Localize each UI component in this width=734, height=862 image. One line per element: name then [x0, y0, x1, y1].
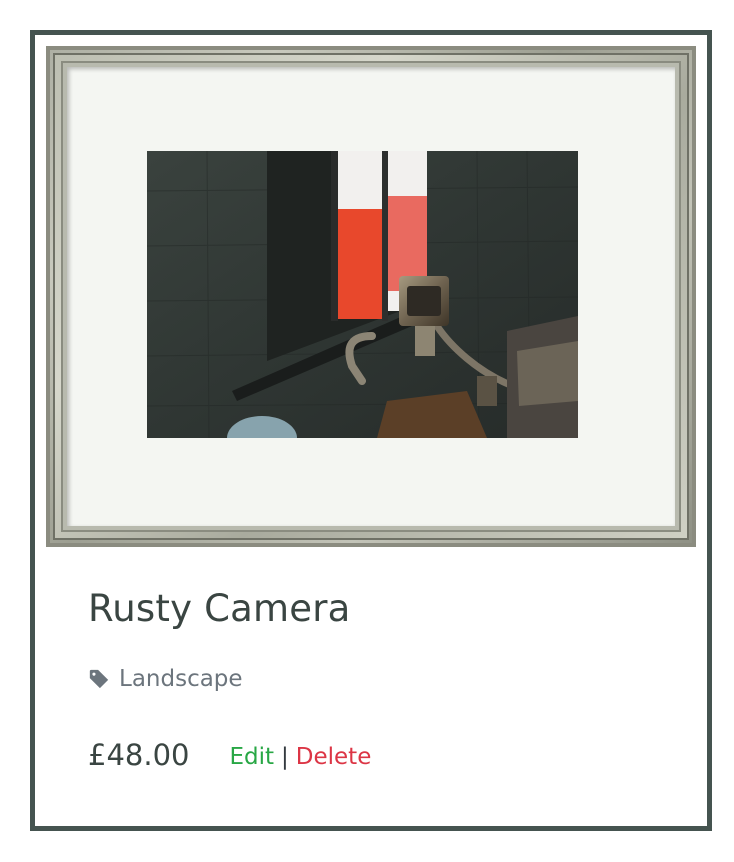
admin-actions: Edit | Delete: [229, 744, 371, 770]
tag-icon: [89, 669, 109, 689]
product-image[interactable]: [147, 151, 578, 438]
price-row: £48.00 Edit | Delete: [88, 735, 371, 775]
edit-link[interactable]: Edit: [229, 744, 274, 770]
picture-frame: [46, 46, 696, 547]
delete-link[interactable]: Delete: [296, 744, 372, 770]
product-card: Rusty Camera Landscape £48.00 Edit | Del…: [30, 30, 712, 831]
separator: |: [281, 744, 289, 770]
product-title: Rusty Camera: [88, 587, 351, 630]
product-price: £48.00: [88, 738, 190, 772]
category-label[interactable]: Landscape: [119, 666, 243, 692]
picture-mat: [67, 67, 675, 526]
product-category: Landscape: [88, 663, 243, 695]
